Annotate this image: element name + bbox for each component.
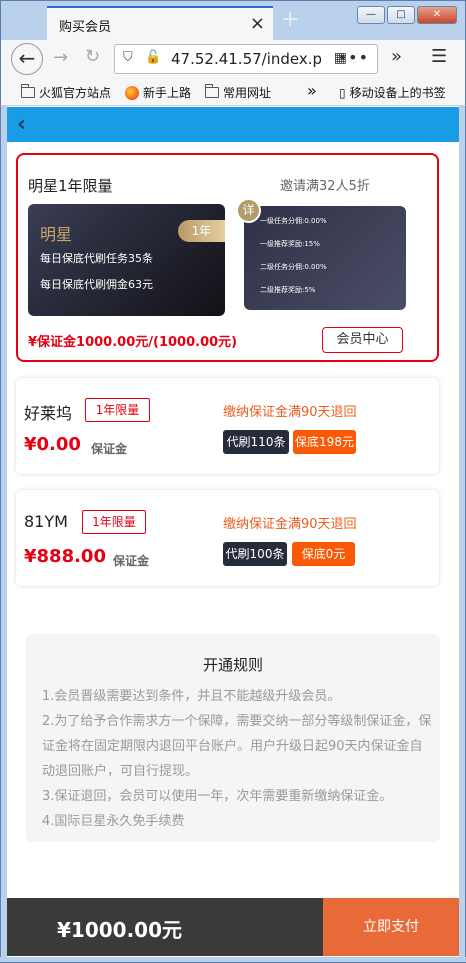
window-controls: — □ ✕: [357, 6, 457, 24]
bookmarks-toolbar: 火狐官方站点 新手上路 常用网址 » ▯ 移动设备上的书签: [0, 78, 466, 106]
plan-price: ¥888.00: [24, 546, 106, 567]
bookmark-label: 常用网址: [223, 86, 272, 100]
window-frame-right: [459, 106, 466, 963]
bookmark-label: 火狐官方站点: [39, 86, 112, 100]
payment-bar: ¥1000.00元 立即支付: [7, 898, 459, 956]
folder-icon: [21, 84, 35, 98]
url-bar[interactable]: ⛉ 🔓 47.52.41.57/index.php/ ▦ •••: [114, 44, 378, 74]
plan-tag: 1年限量: [82, 510, 146, 534]
url-text[interactable]: 47.52.41.57/index.php/: [171, 50, 321, 68]
plan-price-unit: 保证金: [91, 442, 128, 456]
membership-duration-badge: 1年: [178, 220, 225, 242]
detail-line: 一级任务分佣:0.00%: [260, 217, 327, 225]
rules-list: 1.会员晋级需要达到条件，并且不能越级升级会员。 2.为了给予合作需求方一个保障…: [42, 684, 432, 834]
folder-icon: [205, 84, 219, 98]
detail-line: 二级任务分佣:0.00%: [260, 263, 327, 271]
plan-price-unit: 保证金: [113, 554, 150, 568]
plan-name: 好莱坞: [24, 404, 73, 423]
page-actions-icon[interactable]: •••: [338, 48, 369, 67]
membership-name: 明星: [40, 225, 73, 244]
rules-panel: 开通规则 1.会员晋级需要达到条件，并且不能越级升级会员。 2.为了给予合作需求…: [26, 634, 440, 842]
new-tab-icon[interactable]: +: [281, 7, 299, 32]
close-window-button[interactable]: ✕: [417, 6, 457, 24]
plan-price: ¥0.00: [24, 434, 81, 455]
tab-close-icon[interactable]: ×: [250, 13, 265, 34]
daily-commission: 每日保底代刷佣金63元: [40, 278, 153, 291]
deposit-amount: ¥保证金1000.00元/(1000.00元): [28, 335, 238, 350]
rule-item: 3.保证退回，会员可以使用一年，次年需要重新缴纳保证金。: [42, 789, 393, 804]
rule-item: 1.会员晋级需要达到条件，并且不能越级升级会员。: [42, 689, 341, 704]
plan-card[interactable]: 81YM 1年限量 ¥888.00 保证金 缴纳保证金满90天退回 代刷100条…: [16, 490, 439, 586]
plan-name: 81YM: [24, 512, 68, 531]
pay-now-button[interactable]: 立即支付: [323, 898, 459, 956]
tab-title: 购买会员: [59, 20, 112, 35]
reload-icon[interactable]: ↻: [85, 46, 100, 67]
membership-title: 明星1年限量: [28, 177, 113, 195]
bookmark-item[interactable]: 常用网址: [205, 84, 271, 101]
back-arrow-icon[interactable]: ←: [11, 43, 43, 75]
plan-card[interactable]: 好莱坞 1年限量 ¥0.00 保证金 缴纳保证金满90天退回 代刷110条 保底…: [16, 378, 439, 474]
window-frame-bottom: [0, 957, 466, 963]
window-titlebar: 购买会员 × + — □ ✕: [0, 0, 466, 41]
mobile-device-icon: ▯: [339, 85, 346, 100]
bookmark-item[interactable]: 新手上路: [125, 84, 191, 101]
minimize-button[interactable]: —: [357, 6, 385, 24]
bookmarks-overflow-icon[interactable]: »: [307, 81, 317, 100]
member-center-button[interactable]: 会员中心: [322, 327, 403, 353]
back-chevron-icon[interactable]: ‹: [17, 112, 26, 137]
mobile-bookmarks[interactable]: ▯ 移动设备上的书签: [339, 84, 446, 101]
plan-task-pill: 代刷110条: [223, 430, 289, 454]
detail-line: 二级推荐奖励:5%: [260, 286, 316, 294]
navigation-toolbar: ← → ↻ ⛉ 🔓 47.52.41.57/index.php/ ▦ ••• »…: [0, 40, 466, 78]
bookmark-label: 新手上路: [143, 86, 192, 100]
daily-task-count: 每日保底代刷任务35条: [40, 252, 153, 265]
window-frame-left: [0, 106, 7, 963]
detail-line: 一级推荐奖励:15%: [260, 240, 320, 248]
bookmark-item[interactable]: 火狐官方站点: [21, 84, 111, 101]
firefox-icon: [125, 85, 139, 100]
toolbar-overflow-icon[interactable]: »: [391, 46, 402, 67]
forward-arrow-icon[interactable]: →: [53, 47, 68, 68]
hamburger-menu-icon[interactable]: ☰: [431, 46, 447, 67]
maximize-button[interactable]: □: [387, 6, 415, 24]
plan-guarantee-pill: 保底198元: [293, 430, 356, 454]
rule-item: 2.为了给予合作需求方一个保障，需要交纳一部分等级制保证金，保证金将在固定期限内…: [42, 714, 432, 779]
plan-task-pill: 代刷100条: [223, 542, 287, 566]
detail-badge[interactable]: 详: [236, 198, 261, 223]
commission-detail-card: 详 一级任务分佣:0.00% 一级推荐奖励:15% 二级任务分佣:0.00% 二…: [236, 198, 406, 310]
plan-tag: 1年限量: [85, 398, 150, 422]
app-header: ‹: [7, 107, 459, 142]
plan-guarantee-pill: 保底0元: [292, 542, 355, 566]
rule-item: 4.国际巨星永久免手续费: [42, 814, 185, 829]
membership-card: 明星 1年 每日保底代刷任务35条 每日保底代刷佣金63元: [28, 204, 225, 316]
payment-total: ¥1000.00元: [57, 918, 183, 942]
browser-tab[interactable]: 购买会员 ×: [47, 6, 273, 41]
page-content: ‹ 明星1年限量 邀请满32人5折 明星 1年 每日保底代刷任务35条 每日保底…: [7, 107, 459, 960]
shield-icon[interactable]: ⛉: [123, 50, 133, 65]
invite-discount: 邀请满32人5折: [280, 179, 370, 194]
mobile-bookmarks-label: 移动设备上的书签: [349, 86, 446, 100]
featured-membership-card[interactable]: 明星1年限量 邀请满32人5折 明星 1年 每日保底代刷任务35条 每日保底代刷…: [16, 153, 439, 362]
plan-refund-condition: 缴纳保证金满90天退回: [223, 405, 357, 420]
plan-refund-condition: 缴纳保证金满90天退回: [223, 517, 357, 532]
insecure-lock-icon[interactable]: 🔓: [145, 50, 161, 65]
rules-title: 开通规则: [202, 656, 263, 674]
